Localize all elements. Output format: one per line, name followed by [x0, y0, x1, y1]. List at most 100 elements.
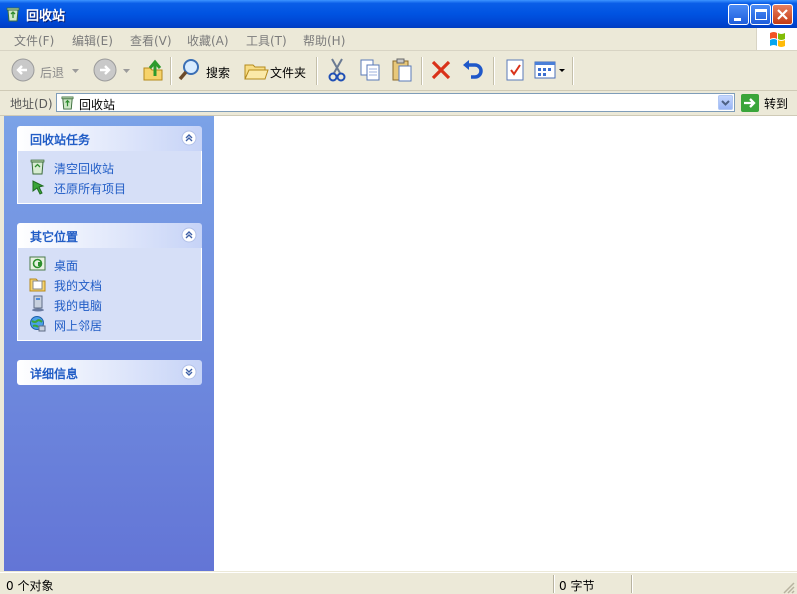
forward-dropdown-icon[interactable] [123, 69, 131, 74]
folders-button[interactable] [243, 57, 269, 83]
toolbar-separator [421, 57, 423, 85]
details-panel: 详细信息 [17, 360, 202, 385]
copy-button[interactable] [358, 57, 382, 83]
menu-file[interactable]: 文件(F) [14, 32, 54, 49]
my-network-places-label: 网上邻居 [54, 319, 103, 333]
recycle-tasks-title: 回收站任务 [30, 133, 91, 147]
folders-icon [244, 64, 269, 80]
menu-favorites[interactable]: 收藏(A) [187, 32, 229, 49]
windows-flag-icon [770, 32, 785, 47]
status-separator [553, 575, 555, 593]
toolbar-separator [572, 57, 574, 85]
restore-all-items-label: 还原所有项目 [54, 182, 127, 196]
forward-arrow-icon [93, 58, 117, 82]
properties-icon [506, 59, 524, 81]
other-places-header[interactable]: 其它位置 [17, 223, 202, 248]
task-pane: 回收站任务 清空回收站 还原所有项目 其它位置 桌面 我的文档 我的电脑 网上邻… [4, 116, 214, 571]
address-dropdown-button[interactable] [718, 95, 733, 110]
chevron-down-icon [721, 100, 730, 106]
other-places-panel: 其它位置 桌面 我的文档 我的电脑 网上邻居 [17, 223, 202, 341]
recycle-tasks-body: 清空回收站 还原所有项目 [17, 151, 202, 204]
my-documents-link[interactable]: 我的文档 [18, 274, 201, 294]
maximize-button[interactable] [750, 4, 771, 25]
menu-help[interactable]: 帮助(H) [303, 32, 345, 49]
empty-recycle-bin-link[interactable]: 清空回收站 [18, 157, 201, 177]
back-dropdown-icon[interactable] [72, 69, 80, 74]
go-label[interactable]: 转到 [764, 95, 788, 112]
details-title: 详细信息 [30, 367, 79, 381]
cut-button[interactable] [325, 57, 349, 83]
my-computer-link[interactable]: 我的电脑 [18, 294, 201, 314]
forward-button[interactable] [92, 57, 120, 83]
toolbar-separator [170, 57, 172, 85]
network-globe-icon [29, 315, 46, 332]
my-documents-label: 我的文档 [54, 279, 103, 293]
copy-icon [360, 59, 380, 81]
up-folder-icon [143, 59, 163, 81]
toolbar-separator [493, 57, 495, 85]
undo-button[interactable] [461, 57, 485, 83]
back-arrow-icon [11, 58, 35, 82]
address-input[interactable]: 回收站 [56, 93, 735, 112]
folders-label[interactable]: 文件夹 [270, 64, 306, 81]
windows-logo [756, 28, 797, 50]
my-network-places-link[interactable]: 网上邻居 [18, 314, 201, 334]
restore-all-items-link[interactable]: 还原所有项目 [18, 177, 201, 197]
menu-edit[interactable]: 编辑(E) [72, 32, 113, 49]
standard-toolbar: 后退 搜索 文件夹 [0, 51, 797, 91]
search-label[interactable]: 搜索 [206, 64, 230, 81]
maximize-icon [755, 9, 767, 20]
paste-icon [392, 58, 412, 82]
desktop-label: 桌面 [54, 259, 79, 273]
address-label: 地址(D) [10, 97, 53, 111]
search-button[interactable] [177, 57, 203, 83]
toolbar-separator [316, 57, 318, 85]
delete-x-icon [431, 60, 451, 80]
menu-bar: 文件(F) 编辑(E) 查看(V) 收藏(A) 工具(T) 帮助(H) [0, 28, 797, 51]
address-bar: 地址(D) 回收站 转到 [0, 91, 797, 116]
back-button[interactable] [10, 57, 38, 83]
minimize-icon [734, 18, 741, 21]
status-byte-size: 0 字节 [559, 579, 595, 593]
views-icon [534, 61, 565, 79]
other-places-body: 桌面 我的文档 我的电脑 网上邻居 [17, 248, 202, 341]
go-button[interactable] [740, 94, 760, 112]
other-places-title: 其它位置 [30, 230, 79, 244]
window-title: 回收站 [26, 9, 66, 24]
recycle-tasks-header[interactable]: 回收站任务 [17, 126, 202, 151]
recycle-bin-icon [60, 95, 75, 113]
menu-tools[interactable]: 工具(T) [246, 32, 287, 49]
undo-icon [463, 60, 483, 79]
resize-grip-icon[interactable] [782, 581, 795, 594]
minimize-button[interactable] [728, 4, 749, 25]
file-list-area[interactable] [214, 116, 797, 571]
menu-view[interactable]: 查看(V) [130, 32, 172, 49]
collapse-chevron-icon[interactable] [181, 130, 197, 146]
collapse-chevron-icon[interactable] [181, 227, 197, 243]
my-documents-icon [29, 275, 46, 292]
restore-arrow-icon [29, 178, 46, 195]
views-button[interactable] [533, 57, 567, 83]
expand-chevron-icon[interactable] [181, 364, 197, 380]
my-computer-label: 我的电脑 [54, 299, 103, 313]
close-icon [777, 9, 788, 20]
back-label[interactable]: 后退 [40, 64, 64, 81]
search-icon [178, 59, 199, 81]
desktop-link[interactable]: 桌面 [18, 254, 201, 274]
properties-button[interactable] [503, 57, 527, 83]
details-header[interactable]: 详细信息 [17, 360, 202, 385]
empty-recycle-bin-label: 清空回收站 [54, 162, 115, 176]
delete-button[interactable] [429, 57, 453, 83]
scissors-icon [328, 58, 346, 82]
up-folder-button[interactable] [141, 57, 165, 83]
desktop-icon [29, 255, 46, 272]
close-button[interactable] [772, 4, 793, 25]
paste-button[interactable] [390, 57, 414, 83]
recycle-tasks-panel: 回收站任务 清空回收站 还原所有项目 [17, 126, 202, 204]
go-arrow-icon [741, 94, 759, 112]
empty-recycle-bin-icon [29, 158, 46, 175]
address-value: 回收站 [79, 98, 116, 112]
status-separator [631, 575, 633, 593]
recycle-bin-icon [5, 6, 21, 22]
title-bar[interactable]: 回收站 [0, 0, 797, 28]
